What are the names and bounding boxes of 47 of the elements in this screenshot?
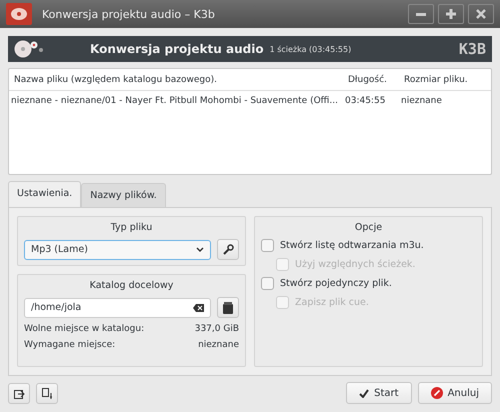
checkbox-label: Stwórz pojedynczy plik. xyxy=(280,278,392,289)
close-button[interactable] xyxy=(468,4,494,24)
minimize-icon xyxy=(416,12,426,16)
disc-app-icon xyxy=(6,3,32,25)
checkbox-label: Stwórz listę odtwarzania m3u. xyxy=(280,240,424,251)
cancel-icon xyxy=(430,387,443,399)
maximize-button[interactable] xyxy=(438,4,464,24)
folder-path-field[interactable]: /home/jola xyxy=(24,298,211,318)
info-value: 337,0 GiB xyxy=(194,324,239,334)
wrench-icon xyxy=(222,244,234,256)
table-cell-text: 03:45:55 xyxy=(344,96,386,106)
minimize-button[interactable] xyxy=(408,4,434,24)
cancel-button[interactable]: Anuluj xyxy=(418,382,492,404)
column-header[interactable]: Rozmiar pliku. xyxy=(399,74,491,84)
wrench-button[interactable] xyxy=(217,239,239,260)
export-icon xyxy=(42,388,52,398)
checkbox[interactable] xyxy=(261,277,274,290)
table-cell-text: nieznane xyxy=(400,96,443,106)
checkmark-icon xyxy=(359,388,370,398)
group-title: Typ pliku xyxy=(110,222,154,233)
tab[interactable]: Nazwy plików. xyxy=(81,183,166,207)
chevron-down-icon xyxy=(196,247,204,252)
group-title: Katalog docelowy xyxy=(88,280,174,291)
checkbox-label: Zapisz plik cue. xyxy=(295,297,369,308)
checkbox-label: Użyj względnych ścieżek. xyxy=(295,259,416,270)
plus-icon xyxy=(446,9,456,19)
file-type-dropdown[interactable]: Mp3 (Lame) xyxy=(24,240,211,260)
column-header[interactable]: Nazwa pliku (względem katalogu bazowego). xyxy=(9,74,343,84)
checkbox[interactable] xyxy=(261,239,274,252)
info-label: Wymagane miejsce: xyxy=(24,340,116,350)
group-title: Opcje xyxy=(354,222,384,233)
column-header[interactable]: Długość. xyxy=(343,74,399,84)
start-button[interactable]: Start xyxy=(346,382,412,404)
tab[interactable]: Ustawienia. xyxy=(8,181,82,207)
browse-folder-button[interactable] xyxy=(217,297,239,318)
banner-title: Konwersja projektu audio xyxy=(90,42,264,56)
save-settings-button[interactable] xyxy=(36,382,58,404)
window-title: Konwersja projektu audio – K3b xyxy=(42,8,216,20)
info-value: nieznane xyxy=(198,340,239,350)
import-icon xyxy=(14,388,24,398)
info-label: Wolne miejsce w katalogu: xyxy=(24,324,144,334)
close-icon xyxy=(476,9,486,19)
banner-subtitle: 1 ścieżka (03:45:55) xyxy=(270,44,352,54)
load-settings-button[interactable] xyxy=(8,382,30,404)
clear-icon[interactable] xyxy=(193,304,204,312)
logo: K3B xyxy=(458,40,486,58)
table-cell-text: nieznane - nieznane/01 - Nayer Ft. Pitbull Mohombi - Suavemente (Offi... xyxy=(10,96,339,106)
